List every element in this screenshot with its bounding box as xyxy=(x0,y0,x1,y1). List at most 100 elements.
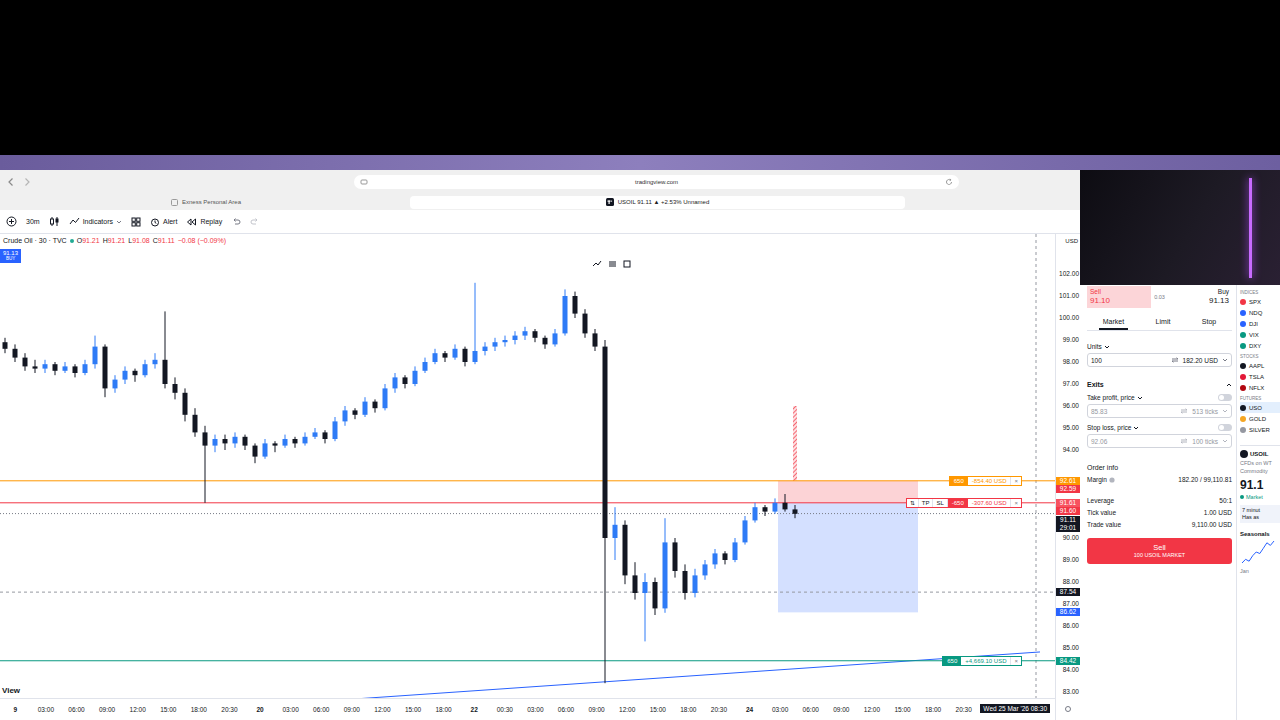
candle xyxy=(273,441,278,452)
symbol-logo-icon xyxy=(1240,310,1246,316)
trend-line[interactable] xyxy=(280,652,1040,698)
chart-toolbar: 30m Indicators Alert Replay xyxy=(0,210,1080,234)
candle xyxy=(133,369,138,382)
order-label[interactable]: ⇅TPSL-650-307.60 USD× xyxy=(906,498,1022,508)
price-axis[interactable]: USD102.00101.00100.0099.0098.0097.0096.0… xyxy=(1056,234,1080,698)
redo-icon[interactable] xyxy=(250,217,260,227)
watchlist-row[interactable]: DJI xyxy=(1240,318,1280,329)
watchlist-row[interactable]: NFLX xyxy=(1240,382,1280,393)
units-field[interactable]: 100182.20 USD xyxy=(1087,353,1232,367)
order-label[interactable]: 650-854.40 USD× xyxy=(949,476,1022,486)
watchlist-row[interactable]: TSLA xyxy=(1240,371,1280,382)
watchlist-section[interactable]: FUTURES xyxy=(1240,395,1280,402)
watchlist-row[interactable]: AAPL xyxy=(1240,360,1280,371)
watchlist-row[interactable]: NDQ xyxy=(1240,307,1280,318)
time-label: 09:00 xyxy=(581,706,612,713)
watchlist-section[interactable]: INDICES xyxy=(1240,289,1280,296)
settings-icon[interactable] xyxy=(1064,705,1072,713)
info-icon[interactable] xyxy=(1109,477,1115,483)
chart-canvas[interactable] xyxy=(0,234,1055,698)
order-tag[interactable]: TP xyxy=(919,499,934,507)
forward-icon[interactable] xyxy=(22,177,32,187)
info-row: Trade value9,110.00 USD xyxy=(1087,521,1232,528)
toolbar-button[interactable]: Replay xyxy=(186,217,222,227)
order-label[interactable]: 650+4,669.10 USD× xyxy=(942,656,1022,666)
templates-icon[interactable] xyxy=(131,217,141,227)
price-axis-label: 92.59 xyxy=(1056,485,1080,493)
position-stop-zone[interactable] xyxy=(778,481,918,503)
buy-quote[interactable]: Buy91.13 xyxy=(1168,286,1232,308)
back-icon[interactable] xyxy=(6,177,16,187)
url-text: tradingview.com xyxy=(635,179,678,185)
view-label[interactable]: View xyxy=(2,686,20,695)
watchlist-row[interactable]: DXY xyxy=(1240,340,1280,351)
symbol-logo-icon xyxy=(1240,343,1246,349)
order-tag[interactable]: ⇅ xyxy=(907,499,919,507)
candle xyxy=(643,573,648,641)
trend-tool-icon[interactable] xyxy=(592,260,602,268)
watchlist-row[interactable]: USO xyxy=(1240,402,1280,413)
reload-icon[interactable] xyxy=(945,178,953,186)
drawing-float-toolbar xyxy=(588,258,635,270)
symbol-details: USOILCFDs on WTCommodity91.1Market7 minu… xyxy=(1240,445,1280,574)
candle xyxy=(423,358,428,373)
currency-label[interactable]: USD xyxy=(1065,238,1078,244)
sell-quote[interactable]: Sell91.10 xyxy=(1087,286,1151,308)
swap-icon[interactable] xyxy=(1180,408,1188,414)
swap-icon[interactable] xyxy=(1171,357,1179,363)
browser-tab[interactable]: USOIL 91.11 ▲ +2.53% Unnamed xyxy=(410,196,905,209)
time-axis[interactable]: 903:0006:0009:0012:0015:0018:0020:302003… xyxy=(0,698,1055,720)
time-label: 15:00 xyxy=(642,706,673,713)
time-label: 12:00 xyxy=(122,706,153,713)
seasonals-title[interactable]: Seasonals xyxy=(1240,531,1280,537)
chevron-down-icon xyxy=(1222,438,1228,444)
time-label: 18:00 xyxy=(918,706,949,713)
watchlist-row[interactable]: SILVER xyxy=(1240,424,1280,435)
order-tag[interactable]: SL xyxy=(933,499,947,507)
interval-button[interactable]: 30m xyxy=(26,218,40,225)
swap-icon[interactable] xyxy=(1180,438,1188,444)
list-icon[interactable] xyxy=(608,260,617,268)
watchlist-row[interactable]: VIX xyxy=(1240,329,1280,340)
order-type-tab[interactable]: Stop xyxy=(1198,316,1220,330)
candle xyxy=(683,564,688,599)
position-target-zone[interactable] xyxy=(778,503,918,613)
order-line[interactable] xyxy=(0,660,1055,661)
toolbar-button[interactable]: Alert xyxy=(150,217,177,227)
order-type-tab[interactable]: Limit xyxy=(1152,316,1175,330)
add-symbol-icon[interactable] xyxy=(6,216,17,227)
candle xyxy=(793,505,798,518)
order-type-tab[interactable]: Market xyxy=(1099,316,1128,330)
sell-button[interactable]: Sell100 USOIL MARKET xyxy=(1087,538,1232,564)
candles-icon[interactable] xyxy=(49,216,60,227)
price-tick: 86.00 xyxy=(1063,622,1079,630)
exit-field[interactable]: 92.06100 ticks xyxy=(1087,434,1232,448)
candle xyxy=(103,344,108,397)
time-label: 18:00 xyxy=(184,706,215,713)
exits-header[interactable]: Exits xyxy=(1087,381,1232,388)
units-label[interactable]: Units xyxy=(1087,343,1232,350)
close-order-button[interactable]: × xyxy=(1010,657,1021,665)
toolbar-button[interactable]: Indicators xyxy=(69,216,122,227)
watchlist-row[interactable]: GOLD xyxy=(1240,413,1280,424)
address-bar[interactable]: tradingview.com xyxy=(354,175,959,189)
time-label: 03:00 xyxy=(31,706,62,713)
price-chart[interactable]: Crude Oil · 30 · TVCO91.21H91.21L91.08C9… xyxy=(0,234,1055,698)
browser-tab[interactable]: Exness Personal Area xyxy=(2,196,410,209)
buy-badge[interactable]: 91.13BUY xyxy=(0,249,21,263)
exit-toggle[interactable] xyxy=(1218,394,1232,401)
symbol-title[interactable]: Crude Oil · 30 · TVC xyxy=(3,237,67,244)
undo-icon[interactable] xyxy=(231,217,241,227)
candle xyxy=(363,397,368,417)
order-line[interactable] xyxy=(0,502,1055,503)
close-order-button[interactable]: × xyxy=(1010,499,1021,507)
exit-field[interactable]: 85.83513 ticks xyxy=(1087,404,1232,418)
close-order-button[interactable]: × xyxy=(1010,477,1021,485)
order-line[interactable] xyxy=(0,480,1055,481)
watchlist-section[interactable]: STOCKS xyxy=(1240,353,1280,360)
site-settings-icon[interactable] xyxy=(360,178,368,186)
watchlist-row[interactable]: SPX xyxy=(1240,296,1280,307)
frame-icon[interactable] xyxy=(623,260,631,268)
candle xyxy=(293,437,298,448)
exit-toggle[interactable] xyxy=(1218,424,1232,431)
